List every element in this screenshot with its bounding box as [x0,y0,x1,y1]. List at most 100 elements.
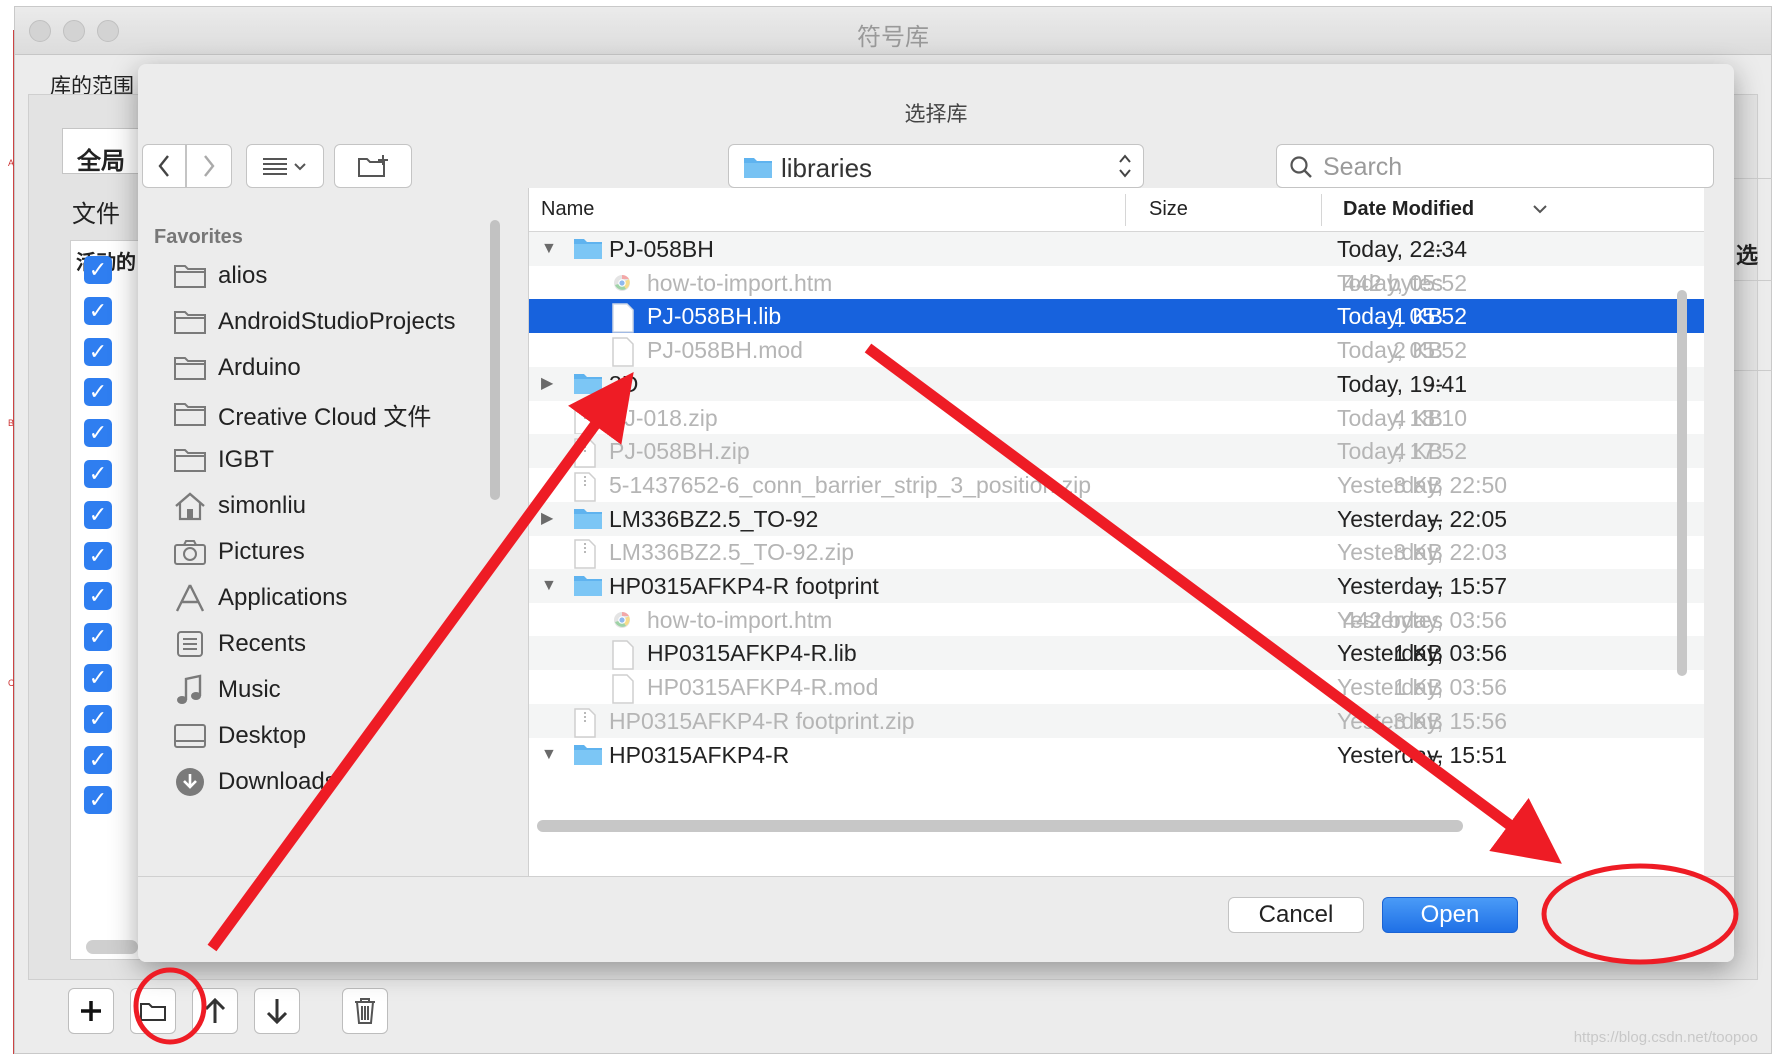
active-checkbox[interactable]: ✓ [84,541,112,570]
sidebar-item-igbt[interactable]: IGBT [172,440,512,480]
active-checkbox[interactable]: ✓ [84,296,112,325]
name-column-header[interactable]: Name [541,198,594,221]
sidebar-item-creative-cloud[interactable]: Creative Cloud 文件 [172,394,512,434]
file-date: Today, 22:34 [1337,236,1468,262]
active-checkbox[interactable]: ✓ [84,786,112,815]
file-row[interactable]: PJ-058BH.mod 2 KB Today, 05:52 [529,333,1704,367]
date-modified-column-header[interactable]: Date Modified [1343,198,1474,221]
search-input[interactable] [1323,151,1693,183]
sidebar-item-alios[interactable]: alios [172,256,512,296]
html-file-icon [611,607,633,637]
file-row[interactable]: HP0315AFKP4-R footprint.zip 3 KB Yesterday… [529,703,1704,738]
move-up-button[interactable] [192,988,238,1034]
active-checkbox[interactable]: ✓ [84,664,112,692]
arrow-down-icon [266,999,288,1025]
sidebar-item-label: Music [218,676,281,703]
folder-icon [744,158,772,178]
sidebar: Favorites alios AndroidStudioProjects Ardu… [138,208,528,872]
new-folder-icon [358,155,388,177]
column-divider[interactable] [1125,194,1126,226]
disclosure-open-icon[interactable]: ▼ [541,746,557,763]
sidebar-item-label: Desktop [218,722,307,749]
file-name: HP0315AFKP4-R [609,741,790,768]
file-row[interactable]: how-to-import.htm 442 bytes Yesterday, 03:… [529,603,1704,637]
tab-global[interactable]: 全局 [62,128,142,175]
list-view-icon [263,158,306,175]
downloads-icon [172,766,208,798]
folder-icon [140,1003,166,1021]
active-checkbox[interactable]: ✓ [84,704,112,733]
file-name: 3D [609,370,639,397]
folder-file-icon [573,371,603,401]
column-divider[interactable] [1321,194,1322,226]
view-mode-button[interactable] [246,144,324,188]
disclosure-open-icon[interactable]: ▼ [541,241,557,257]
file-name: HP0315AFKP4-R.mod [647,674,879,701]
file-date: Today, 05:52 [1337,303,1468,330]
folder-icon [172,352,208,384]
active-checkbox[interactable]: ✓ [84,623,112,652]
active-checkbox[interactable]: ✓ [84,460,112,488]
html-file-icon [611,270,633,300]
back-button[interactable] [142,144,186,188]
active-checkbox[interactable]: ✓ [84,500,112,529]
file-name: PJ-058BH [609,236,714,262]
forward-button[interactable] [186,144,232,188]
disclosure-closed-icon[interactable]: ▶ [541,375,557,392]
file-row[interactable]: ▼ HP0315AFKP4-R footprint -- Yesterday, 15:… [529,569,1704,603]
active-checkbox[interactable]: ✓ [84,378,112,407]
file-row[interactable]: HP0315AFKP4-R.mod 1 KB Yesterday, 03:56 [529,670,1704,704]
file-name: how-to-import.htm [647,269,833,296]
active-checkbox[interactable]: ✓ [84,745,112,774]
file-name: PJ-058BH.zip [609,438,750,465]
browse-library-button[interactable] [130,988,176,1034]
file-row[interactable]: ▶ 3D -- Today, 19:41 [529,366,1704,401]
desktop-icon [172,720,208,752]
file-row[interactable]: how-to-import.htm 442 bytes Today, 05:52 [529,266,1704,300]
sidebar-item-downloads[interactable]: Downloads [172,762,512,802]
file-row[interactable]: PJ-058BH.zip 4 KB Today, 17:52 [529,434,1704,469]
file-date: Yesterday, 03:56 [1337,606,1508,633]
active-checkbox[interactable]: ✓ [84,337,112,366]
library-table-scrollbar[interactable] [86,940,138,954]
file-list-vertical-scrollbar[interactable] [1677,290,1687,676]
file-list-horizontal-scrollbar[interactable] [537,820,1463,832]
add-library-button[interactable] [68,988,114,1034]
file-row[interactable]: 5-1437652-6_conn_barrier_strip_3_positio… [529,468,1704,502]
file-row[interactable]: ▶ LM336BZ2.5_TO-92 -- Yesterday, 22:05 [529,501,1704,536]
disclosure-open-icon[interactable]: ▼ [541,578,557,594]
size-column-header[interactable]: Size [1149,198,1188,221]
active-checkbox[interactable]: ✓ [84,256,112,284]
search-field[interactable] [1276,144,1714,188]
file-row[interactable]: PJ-018.zip 4 KB Today, 18:10 [529,401,1704,435]
file-name: LM336BZ2.5_TO-92 [609,505,819,532]
file-row[interactable]: HP0315AFKP4-R.lib 1 KB Yesterday, 03:56 [529,636,1704,671]
move-down-button[interactable] [254,988,300,1034]
file-row[interactable]: ▼ HP0315AFKP4-R -- Yesterday, 15:51 [529,738,1704,772]
chevron-updown-icon [1119,154,1131,178]
file-date: Yesterday, 15:57 [1337,573,1508,599]
file-row-selected[interactable]: PJ-058BH.lib 1 KB Today, 05:52 [529,299,1704,334]
sidebar-item-applications[interactable]: Applications [172,578,512,618]
disclosure-closed-icon[interactable]: ▶ [541,510,557,527]
sidebar-scrollbar[interactable] [490,220,500,500]
delete-library-button[interactable] [342,988,388,1034]
home-icon [172,490,208,522]
sidebar-item-androidstudioprojects[interactable]: AndroidStudioProjects [172,302,512,342]
active-checkbox[interactable]: ✓ [84,419,112,448]
file-row[interactable]: ▼ PJ-058BH -- Today, 22:34 [529,232,1704,266]
active-checkbox[interactable]: ✓ [84,582,112,611]
sidebar-item-pictures[interactable]: Pictures [172,532,512,572]
sidebar-item-music[interactable]: Music [172,670,512,710]
sidebar-item-arduino[interactable]: Arduino [172,348,512,388]
sidebar-item-simonliu[interactable]: simonliu [172,486,512,526]
cancel-button[interactable]: Cancel [1228,897,1364,933]
file-row[interactable]: LM336BZ2.5_TO-92.zip 3 KB Yesterday, 22:03 [529,535,1704,570]
file-name: HP0315AFKP4-R.lib [647,640,857,667]
open-button[interactable]: Open [1382,897,1518,933]
new-folder-button[interactable] [334,144,412,188]
location-popup[interactable]: libraries [728,144,1144,188]
sidebar-item-recents[interactable]: Recents [172,624,512,664]
folder-icon [172,260,208,292]
sidebar-item-desktop[interactable]: Desktop [172,716,512,756]
